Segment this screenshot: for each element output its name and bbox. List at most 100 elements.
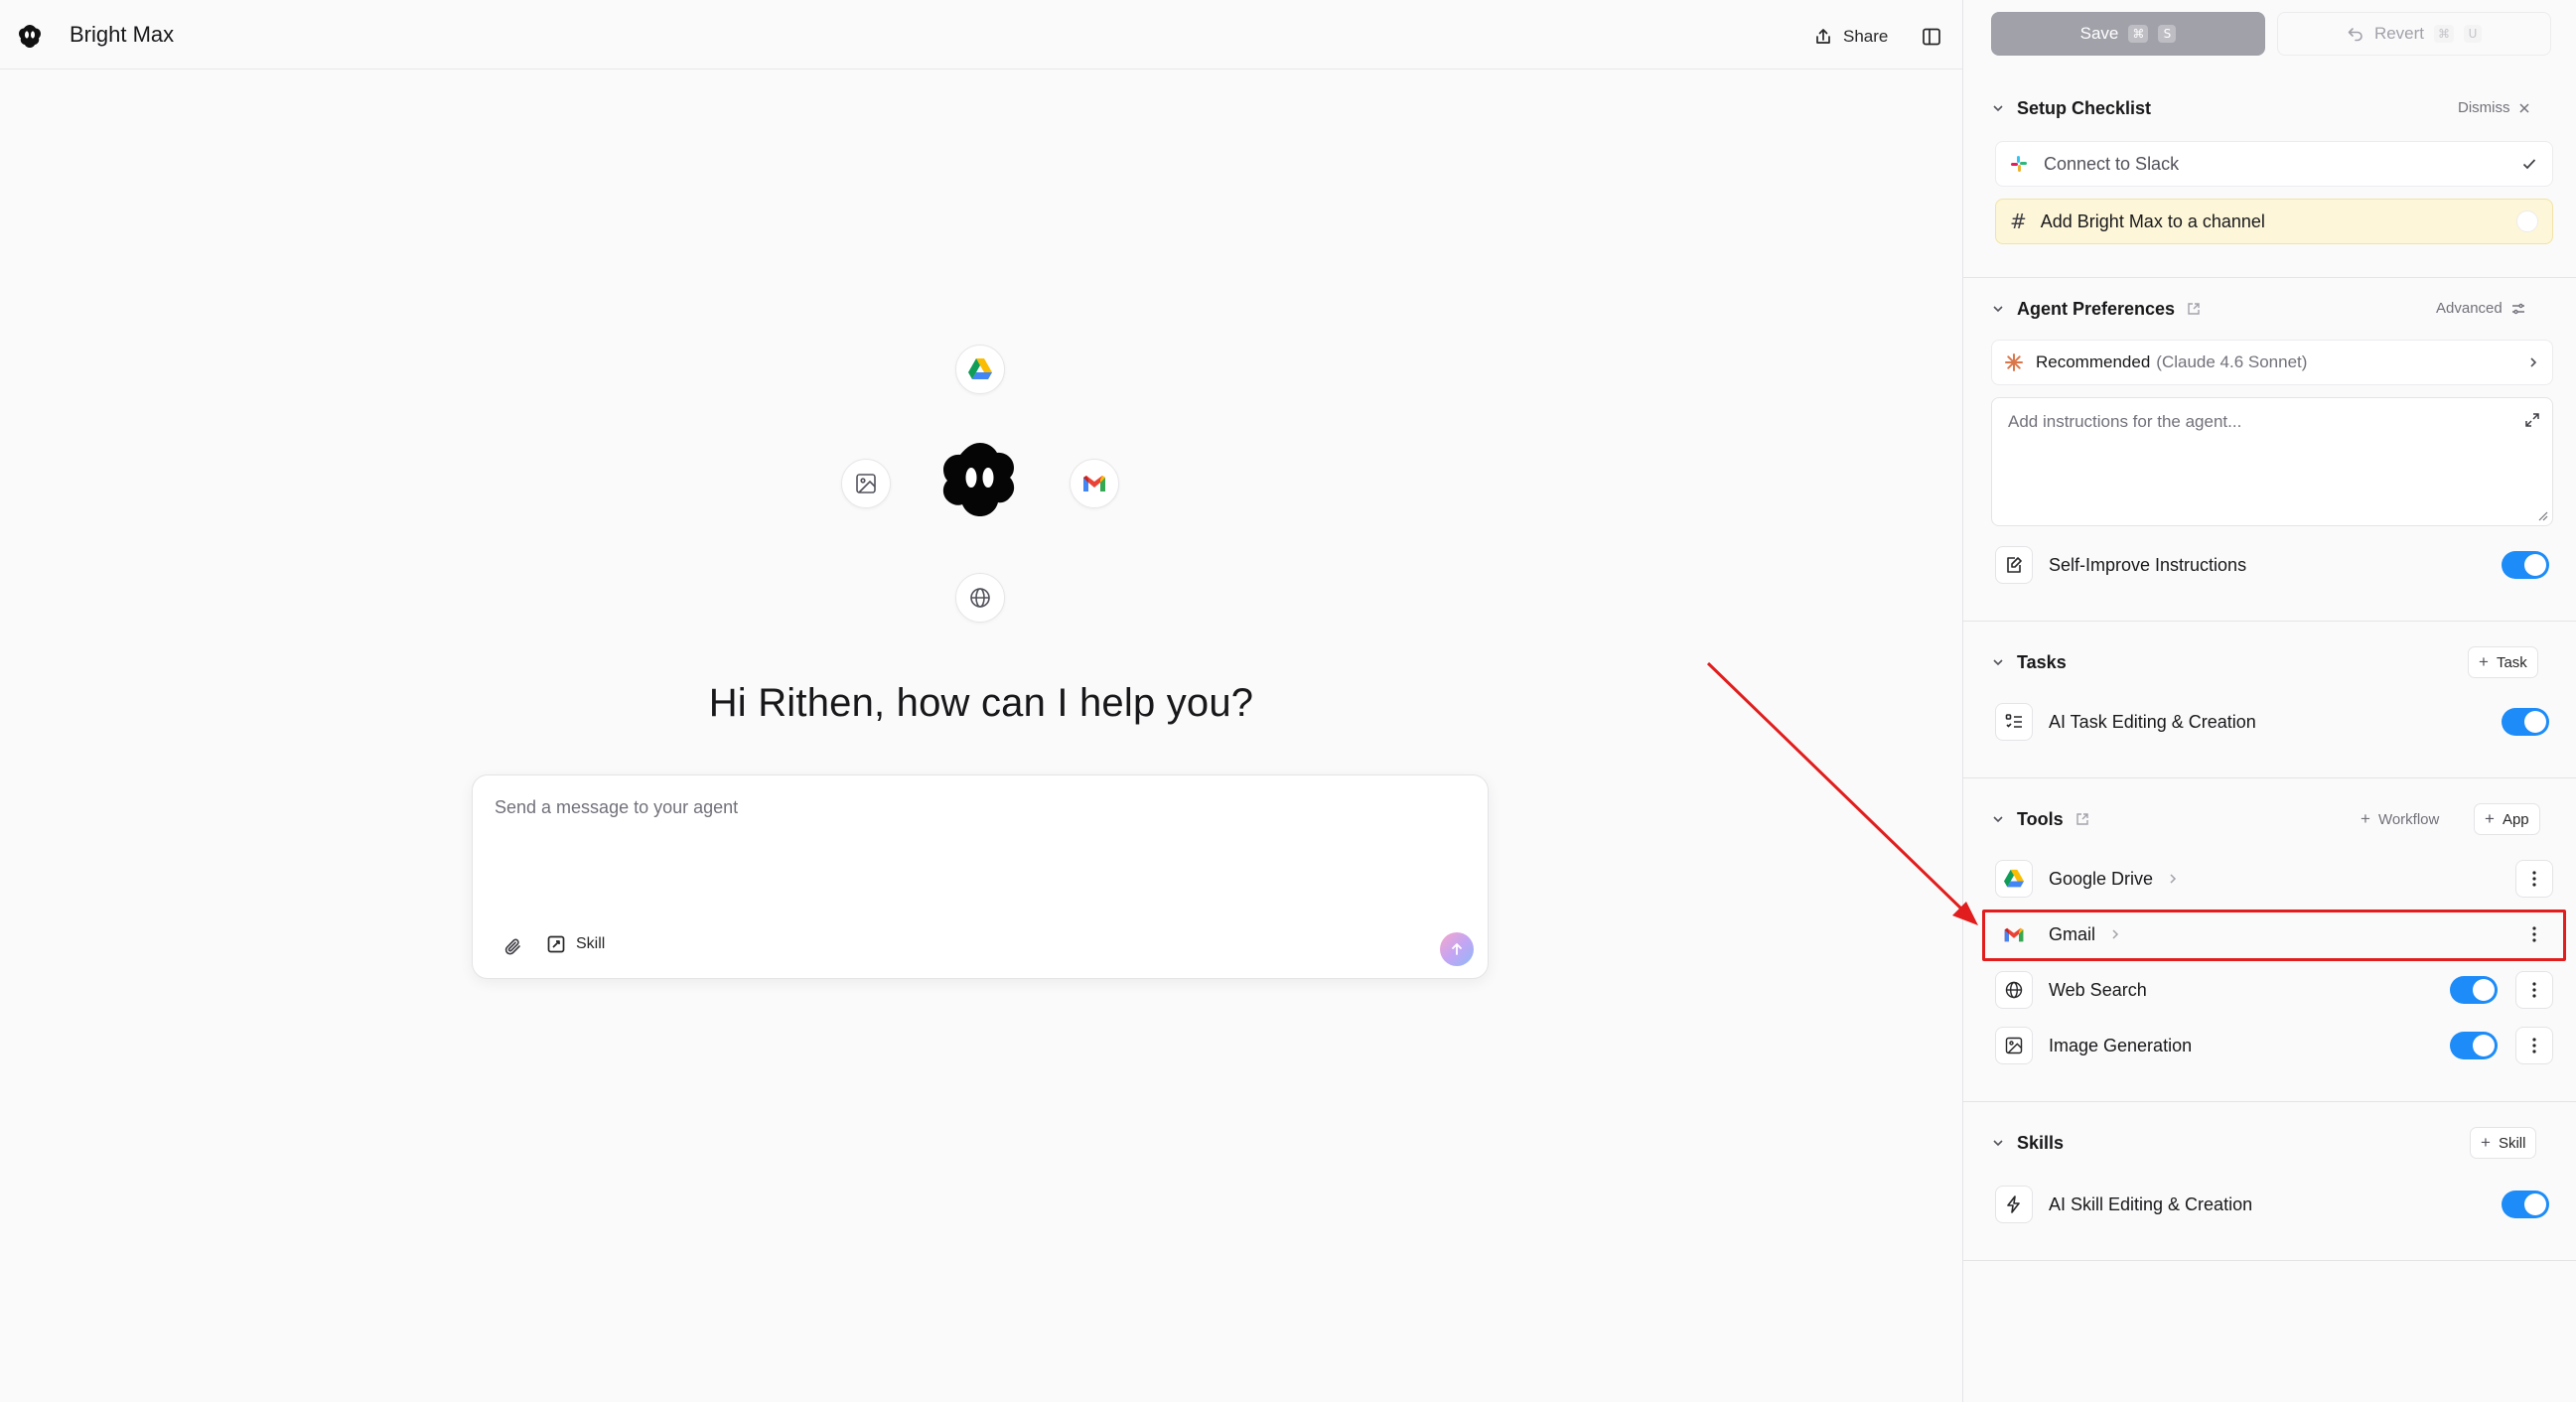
model-detail: (Claude 4.6 Sonnet) — [2156, 352, 2308, 371]
advanced-label: Advanced — [2436, 300, 2503, 317]
skill-icon-box — [1995, 1186, 2033, 1223]
tasks-header[interactable]: Tasks — [1991, 647, 2067, 677]
pending-circle-icon — [2516, 210, 2538, 232]
arrow-up-icon — [1452, 943, 1462, 955]
tool-label: Image Generation — [2049, 1035, 2193, 1055]
agent-preferences-section: Agent Preferences Advanced Recommended (… — [1963, 278, 2576, 622]
lightning-icon — [2007, 1195, 2020, 1213]
agent-preferences-title: Agent Preferences — [2017, 298, 2176, 319]
top-bar: Bright Max Share — [0, 0, 1962, 70]
dismiss-label: Dismiss — [2458, 99, 2510, 116]
chevron-right-icon — [2170, 874, 2177, 884]
task-item-toggle[interactable] — [2502, 708, 2549, 736]
chevron-down-icon — [1993, 1140, 2003, 1147]
skills-header[interactable]: Skills — [1991, 1128, 2064, 1158]
image-generation-toggle[interactable] — [2450, 1032, 2498, 1059]
instructions-input[interactable] — [2008, 412, 2504, 511]
more-vertical-icon — [2532, 871, 2536, 887]
globe-icon — [2005, 981, 2023, 999]
agent-preferences-header[interactable]: Agent Preferences — [1991, 294, 2201, 324]
main-area: Bright Max Share Hi Rithen, how can I he… — [0, 0, 1962, 1402]
share-button[interactable]: Share — [1813, 20, 1888, 54]
tool-menu-button[interactable] — [2515, 860, 2553, 898]
tool-label: Web Search — [2049, 979, 2147, 1000]
chevron-down-icon — [1993, 306, 2003, 313]
revert-button[interactable]: Revert ⌘ U — [2277, 12, 2551, 56]
composer: Skill — [472, 774, 1489, 979]
tool-menu-button[interactable] — [2515, 971, 2553, 1009]
hash-icon: # — [2010, 210, 2027, 233]
more-vertical-icon — [2532, 1038, 2536, 1053]
sliders-icon — [2511, 303, 2524, 314]
send-button[interactable] — [1440, 932, 1474, 966]
checklist-item-slack[interactable]: Connect to Slack — [1995, 141, 2553, 187]
self-improve-label: Self-Improve Instructions — [2049, 554, 2247, 575]
setup-checklist-header[interactable]: Setup Checklist — [1991, 93, 2151, 123]
gmail-icon — [1083, 476, 1105, 491]
revert-key-u: U — [2464, 25, 2483, 43]
save-button[interactable]: Save ⌘ S — [1991, 12, 2265, 56]
hub-gmail[interactable] — [1070, 459, 1119, 508]
tool-label: Google Drive — [2049, 868, 2154, 889]
toggle-panel-icon[interactable] — [1921, 26, 1942, 48]
skill-item-toggle[interactable] — [2502, 1191, 2549, 1218]
self-improve-row: Self-Improve Instructions — [1995, 540, 2553, 590]
chevron-down-icon — [1993, 105, 2003, 112]
add-app-label: App — [2502, 810, 2529, 828]
add-workflow-label: Workflow — [2377, 810, 2440, 828]
share-label: Share — [1843, 27, 1889, 46]
advanced-button[interactable]: Advanced — [2436, 300, 2526, 317]
app-root: Bright Max Share Hi Rithen, how can I he… — [0, 0, 2576, 1402]
skill-item-label: AI Skill Editing & Creation — [2049, 1193, 2253, 1214]
save-key-s: S — [2158, 25, 2177, 43]
hub-google-drive[interactable] — [955, 345, 1005, 394]
external-link-icon[interactable] — [2075, 812, 2089, 826]
tool-icon-box — [1995, 915, 2033, 953]
skills-section: Skills + Skill AI Skill Editing & Creati… — [1963, 1102, 2576, 1261]
image-icon — [856, 474, 876, 493]
tool-icon-box — [1995, 860, 2033, 898]
tool-icon-box — [1995, 1027, 2033, 1064]
tasks-title: Tasks — [2017, 651, 2067, 672]
tool-icon-box — [1995, 971, 2033, 1009]
resize-handle-icon[interactable] — [2536, 509, 2548, 521]
hub-web[interactable] — [955, 573, 1005, 623]
chevron-down-icon — [1993, 816, 2003, 823]
checklist-item-label: Add Bright Max to a channel — [2040, 210, 2265, 231]
paperclip-icon[interactable] — [502, 936, 524, 958]
skill-item: AI Skill Editing & Creation — [1995, 1180, 2553, 1229]
checklist-item-channel[interactable]: # Add Bright Max to a channel — [1995, 199, 2553, 244]
model-selector[interactable]: Recommended (Claude 4.6 Sonnet) — [1991, 340, 2553, 385]
skills-title: Skills — [2017, 1132, 2065, 1153]
add-skill-button[interactable]: + Skill — [2470, 1127, 2537, 1159]
message-input[interactable] — [495, 797, 1448, 877]
tool-menu-button[interactable] — [2515, 915, 2553, 953]
external-link-icon[interactable] — [2187, 302, 2201, 316]
skill-label: Skill — [576, 935, 606, 952]
slack-icon — [2011, 156, 2027, 172]
tool-item-gmail[interactable]: Gmail — [1995, 910, 2553, 959]
web-search-toggle[interactable] — [2450, 976, 2498, 1004]
tool-item-google-drive[interactable]: Google Drive — [1995, 854, 2553, 904]
add-task-button[interactable]: + Task — [2468, 646, 2538, 678]
edit-note-icon — [2007, 557, 2022, 573]
self-improve-icon-box — [1995, 546, 2033, 584]
share-icon — [1816, 29, 1830, 44]
task-item-label: AI Task Editing & Creation — [2049, 711, 2256, 732]
tool-menu-button[interactable] — [2515, 1027, 2553, 1064]
chevron-right-icon — [2530, 357, 2537, 367]
skill-button[interactable]: Skill — [546, 934, 605, 954]
tools-header[interactable]: Tools — [1991, 804, 2089, 834]
add-app-button[interactable]: + App — [2474, 803, 2540, 835]
add-skill-label: Skill — [2498, 1134, 2526, 1152]
self-improve-toggle[interactable] — [2502, 551, 2549, 579]
checklist-item-label: Connect to Slack — [2044, 153, 2180, 174]
expand-icon[interactable] — [2524, 412, 2540, 428]
tasks-section: Tasks + Task AI Task Editing & Creation — [1963, 622, 2576, 778]
gmail-icon — [2004, 927, 2024, 941]
add-workflow-button[interactable]: + Workflow — [2361, 809, 2439, 829]
brand-logo-icon[interactable] — [16, 22, 44, 50]
dismiss-button[interactable]: Dismiss — [2458, 99, 2530, 116]
tool-label: Gmail — [2049, 923, 2096, 944]
hub-image[interactable] — [841, 459, 891, 508]
